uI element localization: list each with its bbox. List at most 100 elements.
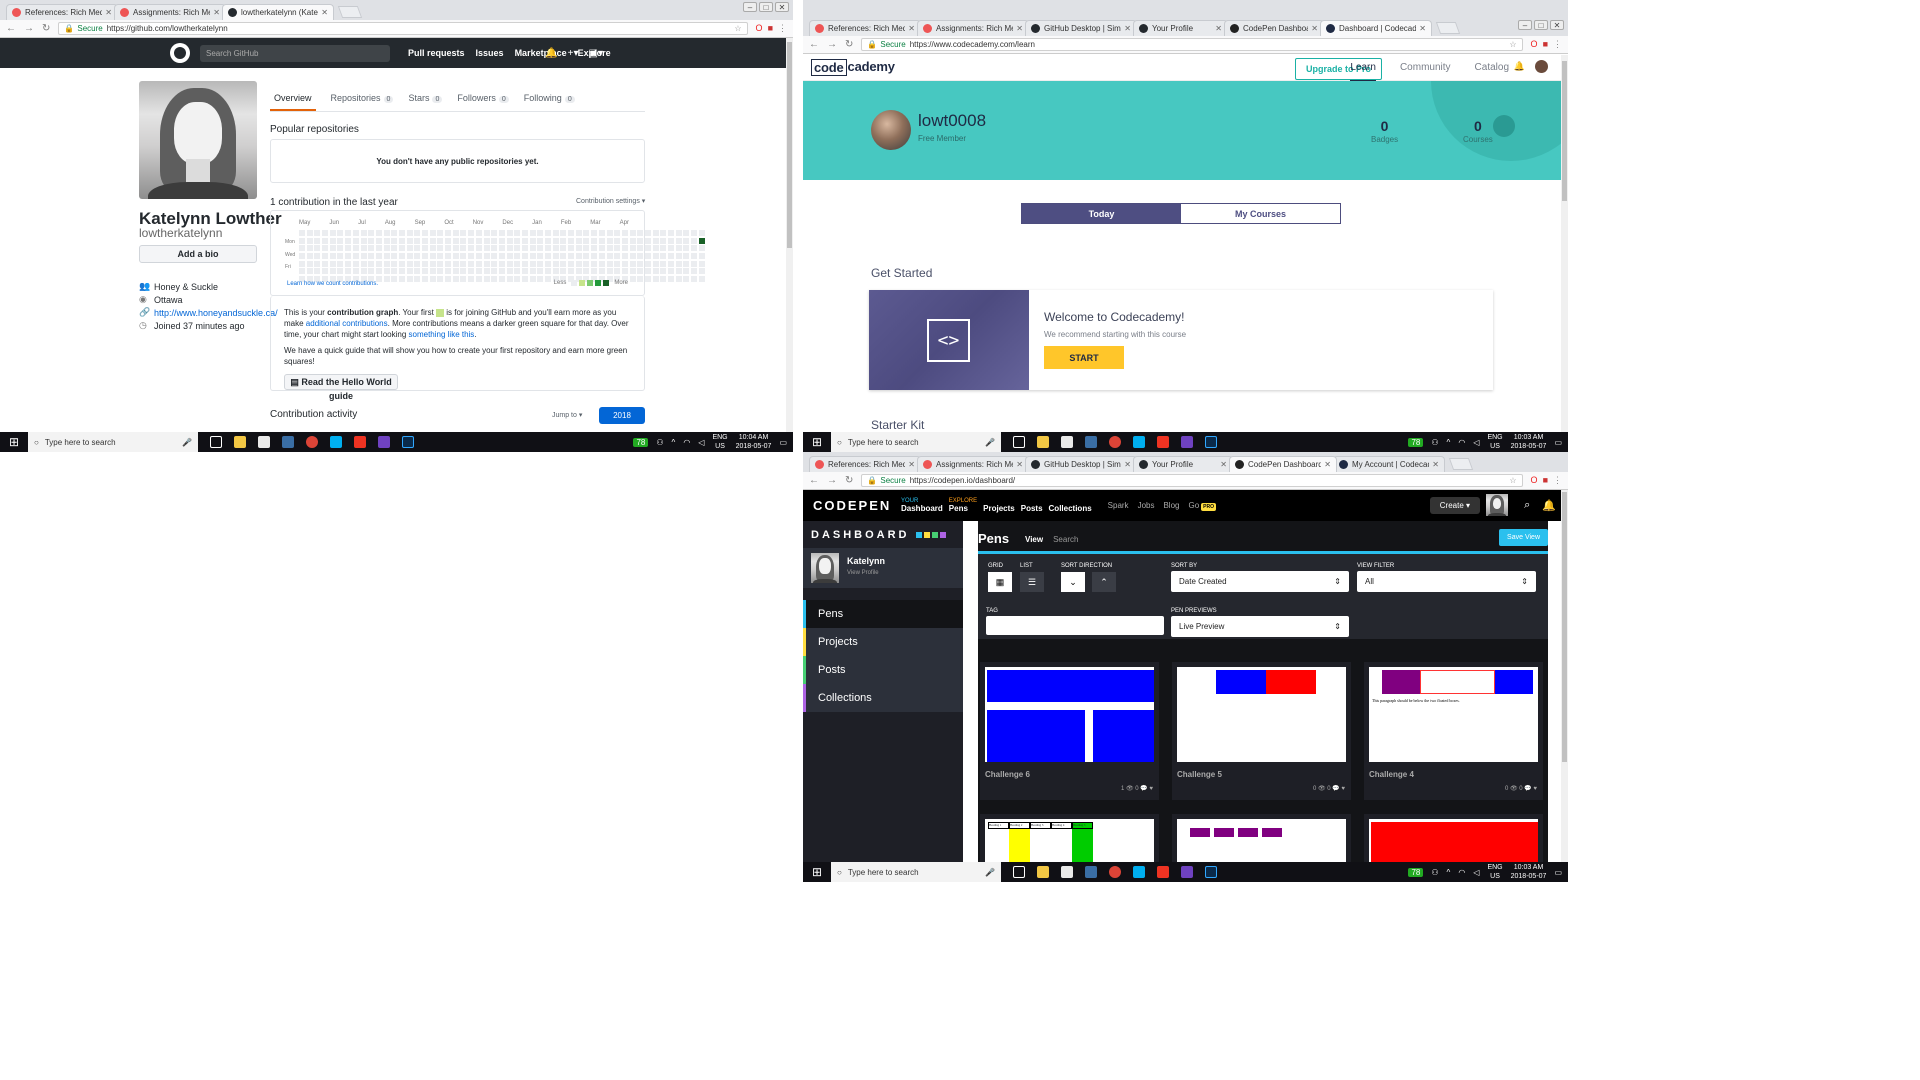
contribution-cell[interactable] (375, 268, 382, 275)
contribution-cell[interactable] (445, 276, 452, 283)
contribution-cell[interactable] (529, 253, 536, 260)
contribution-cell[interactable] (352, 245, 359, 252)
contribution-cell[interactable] (675, 253, 682, 260)
contribution-cell[interactable] (606, 245, 613, 252)
contribution-cell[interactable] (591, 237, 598, 244)
contribution-cell[interactable] (429, 268, 436, 275)
contribution-cell[interactable] (414, 276, 421, 283)
contribution-cell[interactable] (360, 230, 367, 236)
notification-bell-icon[interactable]: 🔔 (1514, 61, 1525, 72)
contribution-cell[interactable] (452, 276, 459, 283)
sort-ascending-icon[interactable]: ⌃ (1092, 572, 1116, 592)
volume-icon[interactable]: ◁ (1473, 438, 1479, 447)
contribution-cell[interactable] (375, 237, 382, 244)
contribution-cell[interactable] (460, 237, 467, 244)
tab-search[interactable]: Search (1053, 535, 1078, 544)
windows-start-icon[interactable]: ⊞ (803, 435, 831, 449)
contribution-cell[interactable] (406, 253, 413, 260)
tag-input[interactable] (986, 616, 1164, 635)
close-icon[interactable]: ✕ (1215, 24, 1222, 33)
contribution-cell[interactable] (437, 237, 444, 244)
contribution-cell[interactable] (506, 260, 513, 267)
contribution-cell[interactable] (429, 230, 436, 236)
steam-icon[interactable] (1085, 866, 1097, 878)
contribution-cell[interactable] (491, 260, 498, 267)
contribution-cell[interactable] (429, 276, 436, 283)
forward-icon[interactable]: → (827, 475, 837, 486)
contribution-cell[interactable] (606, 230, 613, 236)
star-icon[interactable]: ☆ (1509, 476, 1516, 485)
contribution-cell[interactable] (391, 260, 398, 267)
contribution-cell[interactable] (352, 253, 359, 260)
contribution-cell[interactable] (422, 230, 428, 236)
contribution-cell[interactable] (475, 260, 482, 267)
contribution-cell[interactable] (337, 237, 344, 244)
browser-tab[interactable]: CodePen Dashboard✕ (1224, 20, 1324, 36)
contribution-cell[interactable] (337, 268, 344, 275)
contribution-cell[interactable] (698, 237, 705, 244)
contribution-cell[interactable] (629, 230, 636, 236)
volume-icon[interactable]: ◁ (1473, 868, 1479, 877)
contribution-cell[interactable] (360, 260, 367, 267)
notifications-icon[interactable]: ▭ (1554, 438, 1562, 447)
contribution-cell[interactable] (668, 276, 674, 283)
contribution-cell[interactable] (691, 276, 698, 283)
contribution-cell[interactable] (460, 230, 467, 236)
contribution-cell[interactable] (598, 268, 605, 275)
contribution-cell[interactable] (498, 276, 505, 283)
contribution-cell[interactable] (591, 245, 598, 252)
contribution-cell[interactable] (368, 245, 375, 252)
contribution-cell[interactable] (514, 276, 521, 283)
contribution-cell[interactable] (406, 237, 413, 244)
contribution-cell[interactable] (468, 253, 475, 260)
contribution-cell[interactable] (314, 253, 321, 260)
additional-contributions-link[interactable]: additional contributions (306, 319, 388, 328)
contribution-cell[interactable] (445, 230, 452, 236)
contribution-cell[interactable] (683, 245, 690, 252)
notifications-icon[interactable]: ▭ (1554, 868, 1562, 877)
contribution-cell[interactable] (437, 245, 444, 252)
contribution-cell[interactable] (683, 253, 690, 260)
contribution-cell[interactable] (545, 245, 551, 252)
skype-icon[interactable] (330, 436, 342, 448)
contribution-cell[interactable] (568, 237, 575, 244)
contribution-cell[interactable] (429, 260, 436, 267)
course-thumbnail[interactable]: <> (869, 290, 1029, 390)
contribution-cell[interactable] (598, 237, 605, 244)
contribution-cell[interactable] (406, 260, 413, 267)
contribution-cell[interactable] (514, 268, 521, 275)
contribution-cell[interactable] (383, 230, 390, 236)
contribution-cell[interactable] (345, 237, 352, 244)
chrome-icon[interactable] (1109, 436, 1121, 448)
contribution-cell[interactable] (468, 268, 475, 275)
sidebar-item-projects[interactable]: Projects (803, 628, 963, 656)
contribution-cell[interactable] (322, 237, 329, 244)
pen-preview[interactable] (985, 667, 1154, 762)
nav-posts[interactable]: Posts (1021, 504, 1043, 513)
opera-extension-icon[interactable]: O (1531, 39, 1538, 50)
contribution-cell[interactable] (614, 268, 621, 275)
contribution-cell[interactable] (406, 276, 413, 283)
contribution-cell[interactable] (391, 245, 398, 252)
taskbar-search[interactable]: ○ Type here to search 🎤 (28, 432, 198, 452)
contribution-cell[interactable] (568, 253, 575, 260)
contribution-cell[interactable] (368, 260, 375, 267)
contribution-cell[interactable] (429, 245, 436, 252)
contribution-cell[interactable] (398, 230, 405, 236)
contribution-cell[interactable] (529, 245, 536, 252)
contribution-cell[interactable] (375, 253, 382, 260)
contribution-cell[interactable] (422, 260, 428, 267)
contribution-cell[interactable] (506, 253, 513, 260)
contribution-cell[interactable] (452, 268, 459, 275)
contribution-cell[interactable] (452, 230, 459, 236)
contribution-cell[interactable] (598, 245, 605, 252)
browser-tab-active[interactable]: CodePen Dashboard ✕ (1229, 456, 1337, 472)
contribution-cell[interactable] (698, 260, 705, 267)
contribution-cell[interactable] (452, 260, 459, 267)
back-icon[interactable]: ← (809, 39, 819, 50)
browser-tab[interactable]: Your Profile ✕ (1133, 20, 1228, 36)
contribution-cell[interactable] (691, 268, 698, 275)
contribution-cell[interactable] (698, 268, 705, 275)
contribution-cell[interactable] (406, 268, 413, 275)
contribution-cell[interactable] (414, 230, 421, 236)
